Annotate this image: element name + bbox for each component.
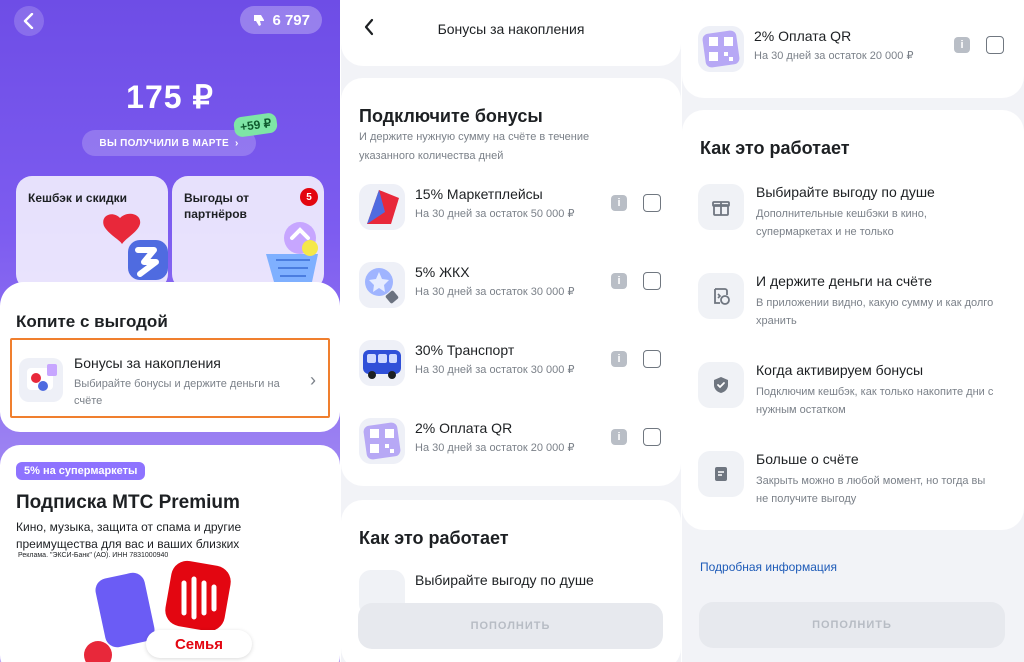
points-value: 6 797 — [272, 11, 310, 29]
how-it-works-title: Как это работает — [359, 528, 509, 548]
info-icon[interactable]: i — [611, 273, 627, 289]
savings-section-title: Копите с выгодой — [16, 312, 168, 331]
gift-icon — [698, 184, 744, 230]
offer-condition: На 30 дней за остаток 20 000 ₽ — [754, 50, 914, 62]
chevron-right-icon: › — [310, 370, 316, 390]
connect-bonuses-subtitle: И держите нужную сумму на счёте в течени… — [359, 131, 590, 162]
qr-offer-card: 2% Оплата QR На 30 дней за остаток 20 00… — [682, 0, 1024, 98]
received-in-march-pill[interactable]: ВЫ ПОЛУЧИЛИ В МАРТЕ › — [82, 130, 256, 156]
page-title: Бонусы за накопления — [437, 21, 585, 37]
offer-transport[interactable]: 30% Транспорт На 30 дней за остаток 30 0… — [359, 336, 665, 392]
document-icon — [698, 451, 744, 497]
offer-utilities[interactable]: 5% ЖКХ На 30 дней за остаток 30 000 ₽ i — [359, 258, 665, 314]
how-it-works-title: Как это работает — [700, 138, 850, 158]
info-icon[interactable]: i — [954, 37, 970, 53]
how-item-desc: Подключим кешбэк, как только накопите дн… — [756, 386, 994, 416]
how-item-keep: И держите деньги на счёте В приложении в… — [698, 273, 1008, 343]
info-icon[interactable]: i — [611, 351, 627, 367]
cashback-card-title: Кешбэк и скидки — [28, 191, 127, 205]
thumb-down-icon — [254, 15, 265, 26]
offer-checkbox[interactable] — [643, 428, 661, 446]
how-item-desc: Закрыть можно в любой момент, но тогда в… — [756, 475, 986, 505]
cashback-card[interactable]: Кешбэк и скидки — [16, 176, 168, 290]
ad-title: Подписка МТС Premium — [16, 492, 240, 513]
offer-checkbox[interactable] — [643, 194, 661, 212]
chevron-left-icon — [23, 13, 34, 29]
lightbulb-icon — [359, 262, 405, 308]
received-label: ВЫ ПОЛУЧИЛИ В МАРТЕ — [99, 137, 229, 149]
savings-bonuses-subtitle: Выбирайте бонусы и держите деньги на счё… — [74, 378, 280, 407]
offer-marketplaces[interactable]: 15% Маркетплейсы На 30 дней за остаток 5… — [359, 180, 665, 236]
offer-name: 30% Транспорт — [415, 342, 515, 358]
savings-bonuses-item[interactable]: Бонусы за накопления Выбирайте бонусы и … — [10, 338, 330, 418]
how-item-title: Выбирайте выгоду по душе — [415, 572, 594, 588]
how-item-title: И держите деньги на счёте — [756, 273, 932, 289]
offer-name: 2% Оплата QR — [754, 28, 852, 44]
info-icon[interactable]: i — [611, 195, 627, 211]
marketplace-icon — [359, 184, 405, 230]
offer-name: 15% Маркетплейсы — [415, 186, 543, 202]
offer-condition: На 30 дней за остаток 20 000 ₽ — [415, 442, 575, 454]
how-item-activate: Когда активируем бонусы Подключим кешбэк… — [698, 362, 1008, 432]
how-item-choose: Выбирайте выгоду по душе Дополнительные … — [698, 184, 1008, 254]
shield-check-icon — [698, 362, 744, 408]
qr-code-icon — [359, 418, 405, 464]
supermarket-cashback-chip: 5% на супермаркеты — [16, 462, 146, 480]
how-it-works-screen: 2% Оплата QR На 30 дней за остаток 20 00… — [682, 0, 1024, 662]
how-item-account: Больше о счёте Закрыть можно в любой мом… — [698, 451, 1008, 521]
connect-bonuses-card: Подключите бонусы И держите нужную сумму… — [341, 78, 681, 486]
chevron-right-icon: › — [234, 137, 239, 149]
family-badge: Семья — [146, 630, 252, 658]
ad-description: Кино, музыка, защита от спама и другие п… — [16, 520, 242, 551]
top-up-button[interactable]: ПОПОЛНИТЬ — [699, 602, 1005, 648]
savings-bonus-icon — [19, 358, 63, 402]
bus-icon — [359, 340, 405, 386]
how-item-title: Больше о счёте — [756, 451, 859, 467]
cashback-illustration-icon — [103, 213, 168, 280]
savings-bonuses-screen: Бонусы за накопления Подключите бонусы И… — [341, 0, 681, 662]
how-item-title: Когда активируем бонусы — [756, 362, 924, 378]
savings-section: Копите с выгодой Бонусы за накопления Вы… — [0, 282, 340, 432]
offer-checkbox[interactable] — [643, 350, 661, 368]
offer-qr-payment[interactable]: 2% Оплата QR На 30 дней за остаток 20 00… — [359, 414, 665, 470]
offer-condition: На 30 дней за остаток 30 000 ₽ — [415, 286, 575, 298]
how-item-desc: Дополнительные кешбэки в кино, супермарк… — [756, 208, 927, 238]
header: Бонусы за накопления — [341, 0, 681, 66]
top-up-button[interactable]: ПОПОЛНИТЬ — [358, 603, 663, 649]
bonus-amount: 175 ₽ — [126, 79, 214, 115]
connect-bonuses-title: Подключите бонусы — [359, 106, 543, 126]
bonuses-home-screen: 6 797 175 ₽ ВЫ ПОЛУЧИЛИ В МАРТЕ › +59 ₽ … — [0, 0, 340, 662]
info-icon[interactable]: i — [611, 429, 627, 445]
offer-qr-payment[interactable]: 2% Оплата QR На 30 дней за остаток 20 00… — [698, 22, 1008, 78]
offer-checkbox[interactable] — [986, 36, 1004, 54]
offer-name: 2% Оплата QR — [415, 420, 513, 436]
more-info-link[interactable]: Подробная информация — [700, 560, 837, 574]
clock-money-icon — [698, 273, 744, 319]
how-item-title: Выбирайте выгоду по душе — [756, 184, 935, 200]
offer-condition: На 30 дней за остаток 30 000 ₽ — [415, 364, 575, 376]
points-balance-pill[interactable]: 6 797 — [240, 6, 322, 34]
how-it-works-card: Как это работает Выбирайте выгоду по душ… — [682, 110, 1024, 530]
savings-bonuses-title: Бонусы за накопления — [74, 355, 221, 371]
back-button[interactable] — [14, 6, 44, 36]
partner-card-title: Выгоды от партнёров — [184, 191, 250, 221]
offer-condition: На 30 дней за остаток 50 000 ₽ — [415, 208, 575, 220]
how-item-desc: В приложении видно, какую сумму и как до… — [756, 297, 994, 327]
qr-code-icon — [698, 26, 744, 72]
shopping-cart-illustration-icon — [266, 222, 318, 282]
partner-count-badge: 5 — [300, 188, 318, 206]
offer-name: 5% ЖКХ — [415, 264, 470, 280]
offer-checkbox[interactable] — [643, 272, 661, 290]
